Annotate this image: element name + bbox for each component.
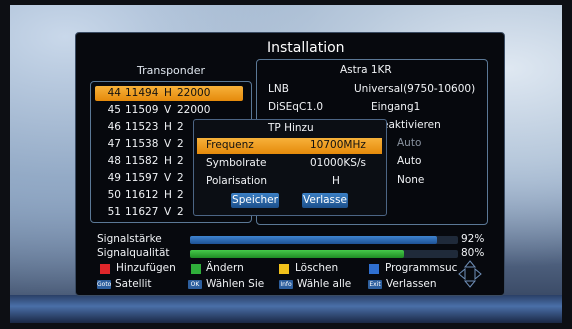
tp-number: 49 [107,172,121,184]
exit-key-icon: Exit [368,280,382,289]
diseqc-label: DiSEqC1.0 [268,101,323,113]
legend-edit[interactable]: Ändern [206,262,244,274]
symbolrate-label: Symbolrate [206,157,267,169]
page-title: Installation [267,40,345,56]
tp-number: 51 [107,206,121,218]
tp-symbolrate: 22000 [177,104,211,116]
blue-key-icon [369,264,379,274]
tp-polarisation: H [164,121,172,133]
lnb-label: LNB [268,83,289,95]
tp-frequency: 11597 [125,172,159,184]
signal-strength-percent: 92% [461,233,485,245]
signal-quality-percent: 80% [461,247,485,259]
tp-frequency: 11509 [125,104,159,116]
tp-frequency: 11627 [125,206,159,218]
frequency-value: 10700MHz [310,139,366,151]
polarisation-label: Polarisation [206,175,267,187]
tp-polarisation: H [164,155,172,167]
background-scene-bottom [10,295,562,323]
transponder-header: Transponder [137,64,206,77]
tp-symbolrate: 2 [177,189,184,201]
tp-polarisation: V [164,172,172,184]
tp-symbolrate: 22000 [177,87,211,99]
satellite-name: Astra 1KR [340,64,392,76]
symbolrate-value: 01000KS/s [310,157,366,169]
signal-strength-bar [190,236,458,244]
tp-number: 46 [107,121,121,133]
diseqc-value[interactable]: Eingang1 [371,101,420,113]
tp-frequency: 11494 [125,87,159,99]
tp-number: 48 [107,155,121,167]
tp-polarisation: H [164,87,172,99]
legend-select[interactable]: Wählen Sie [206,278,264,290]
green-key-icon [191,264,201,274]
tp-symbolrate: 2 [177,121,184,133]
legend-delete[interactable]: Löschen [295,262,338,274]
yellow-key-icon [279,264,289,274]
info-key-icon: Info [279,280,293,289]
tp-polarisation: H [164,189,172,201]
legend-satellite[interactable]: Satellit [115,278,152,290]
legend-exit[interactable]: Verlassen [386,278,437,290]
tp-frequency: 11523 [125,121,159,133]
tp-number: 44 [107,87,121,99]
symbolrate-field[interactable]: Symbolrate 01000KS/s [197,156,382,172]
legend-add[interactable]: Hinzufügen [116,262,176,274]
signal-strength-fill [190,236,437,244]
save-button[interactable]: Speicher [231,193,279,208]
signal-strength-label: Signalstärke [97,233,162,245]
tp-number: 47 [107,138,121,150]
tp-symbolrate: 2 [177,206,184,218]
setting-value-5[interactable]: Auto [397,155,421,167]
goto-key-icon: Goto [97,280,112,289]
red-key-icon [100,264,110,274]
tp-polarisation: V [164,138,172,150]
setting-value-4[interactable]: Auto [397,137,421,149]
tp-polarisation: V [164,104,172,116]
signal-quality-fill [190,250,405,258]
tp-symbolrate: 2 [177,138,184,150]
navigation-arrows-icon [458,260,482,288]
transponder-row[interactable]: 45 11509 V 22000 [95,103,243,118]
legend-search[interactable]: Programmsuc [385,262,457,274]
transponder-row-selected[interactable]: 44 11494 H 22000 [95,86,243,101]
setting-value-6[interactable]: None [397,174,424,186]
polarisation-field[interactable]: Polarisation H [197,174,382,190]
tp-frequency: 11582 [125,155,159,167]
frequency-field[interactable]: Frequenz 10700MHz [197,138,382,154]
signal-quality-label: Signalqualität [97,247,170,259]
tp-symbolrate: 2 [177,172,184,184]
tp-polarisation: V [164,206,172,218]
polarisation-value: H [332,175,340,187]
tp-frequency: 11612 [125,189,159,201]
tp-number: 50 [107,189,121,201]
tp-frequency: 11538 [125,138,159,150]
signal-quality-bar [190,250,458,258]
setting-value-3[interactable]: eaktivieren [382,119,441,131]
tp-symbolrate: 2 [177,155,184,167]
lnb-value[interactable]: Universal(9750-10600) [354,83,475,95]
ok-key-icon: OK [188,280,202,289]
exit-button[interactable]: Verlasse [302,193,348,208]
tp-number: 45 [107,104,121,116]
legend-select-all[interactable]: Wähle alle [297,278,351,290]
dialog-title: TP Hinzu [268,122,314,134]
frequency-label: Frequenz [206,139,254,151]
